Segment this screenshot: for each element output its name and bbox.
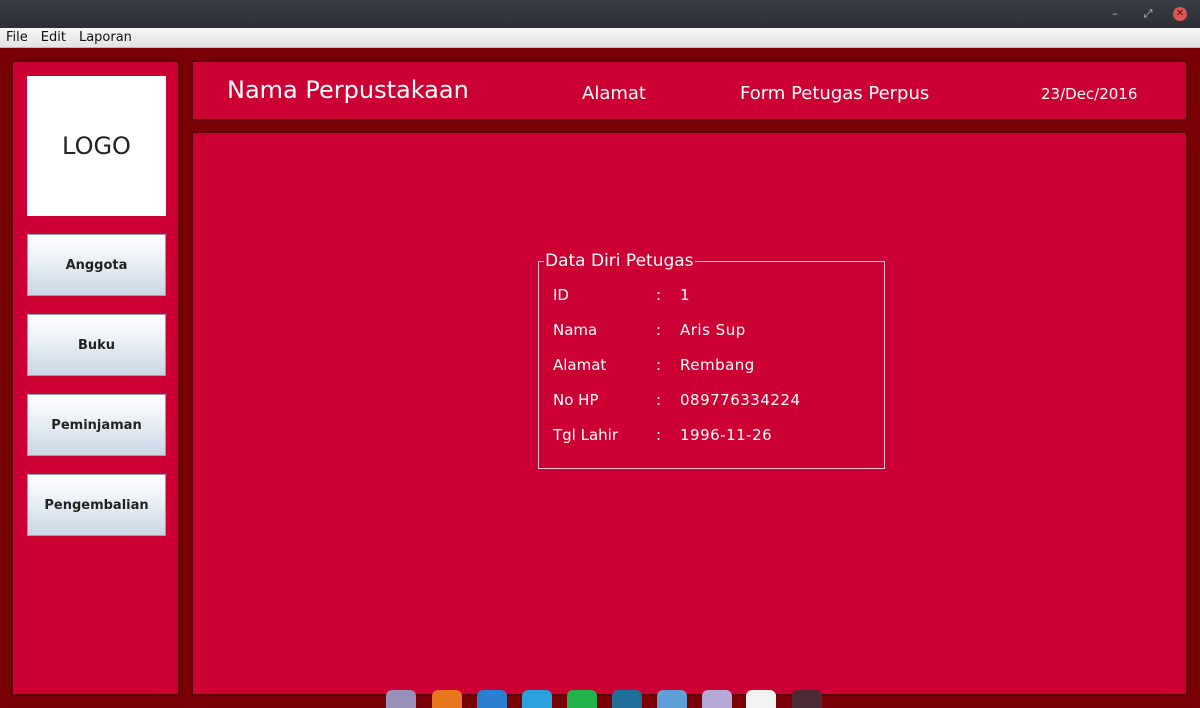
minimize-icon[interactable]: – <box>1108 7 1122 21</box>
sidebar: LOGO Anggota Buku Peminjaman Pengembalia… <box>11 60 180 696</box>
buku-button[interactable]: Buku <box>27 314 166 376</box>
form-title: Form Petugas Perpus <box>740 83 930 104</box>
menu-file[interactable]: File <box>6 30 28 45</box>
main-panel: Data Diri Petugas ID : 1 Nama : Aris Sup… <box>191 131 1188 696</box>
media-player-icon[interactable] <box>432 690 462 708</box>
staff-details-group: Data Diri Petugas ID : 1 Nama : Aris Sup… <box>538 251 885 469</box>
document-icon[interactable] <box>477 690 507 708</box>
logo-placeholder: LOGO <box>27 76 166 216</box>
terminal-icon[interactable] <box>792 690 822 708</box>
library-address: Alamat <box>582 83 646 104</box>
telegram-icon[interactable] <box>522 690 552 708</box>
menubar: File Edit Laporan <box>0 28 1200 48</box>
detail-value: Aris Sup <box>680 321 746 339</box>
detail-value: 089776334224 <box>680 391 801 409</box>
maximize-icon[interactable]: ⤢ <box>1141 7 1155 21</box>
peminjaman-button[interactable]: Peminjaman <box>27 394 166 456</box>
detail-separator: : <box>656 356 662 374</box>
detail-label: Alamat <box>553 356 607 374</box>
library-name: Nama Perpustakaan <box>227 76 469 104</box>
detail-value: Rembang <box>680 356 755 374</box>
staff-details-legend: Data Diri Petugas <box>544 251 695 271</box>
detail-separator: : <box>656 391 662 409</box>
detail-separator: : <box>656 321 662 339</box>
detail-label: Nama <box>553 321 598 339</box>
java-app-icon[interactable] <box>746 690 776 708</box>
close-icon[interactable]: ✕ <box>1173 7 1187 21</box>
menu-laporan[interactable]: Laporan <box>79 30 132 45</box>
pengembalian-button[interactable]: Pengembalian <box>27 474 166 536</box>
detail-label: Tgl Lahir <box>553 426 619 444</box>
virtualbox-icon[interactable] <box>657 690 687 708</box>
whatsapp-icon[interactable] <box>567 690 597 708</box>
anggota-button[interactable]: Anggota <box>27 234 166 296</box>
detail-separator: : <box>656 286 662 304</box>
file-manager-icon[interactable] <box>386 690 416 708</box>
mysql-icon[interactable] <box>612 690 642 708</box>
detail-label: ID <box>553 286 569 304</box>
menu-edit[interactable]: Edit <box>41 30 66 45</box>
detail-value: 1 <box>680 286 691 304</box>
detail-label: No HP <box>553 391 599 409</box>
detail-value: 1996-11-26 <box>680 426 773 444</box>
window-titlebar: – ⤢ ✕ <box>0 0 1200 28</box>
taskbar-dock <box>0 686 1200 708</box>
text-editor-icon[interactable] <box>702 690 732 708</box>
detail-separator: : <box>656 426 662 444</box>
current-date: 23/Dec/2016 <box>1041 85 1138 103</box>
header-panel: Nama Perpustakaan Alamat Form Petugas Pe… <box>191 60 1188 121</box>
